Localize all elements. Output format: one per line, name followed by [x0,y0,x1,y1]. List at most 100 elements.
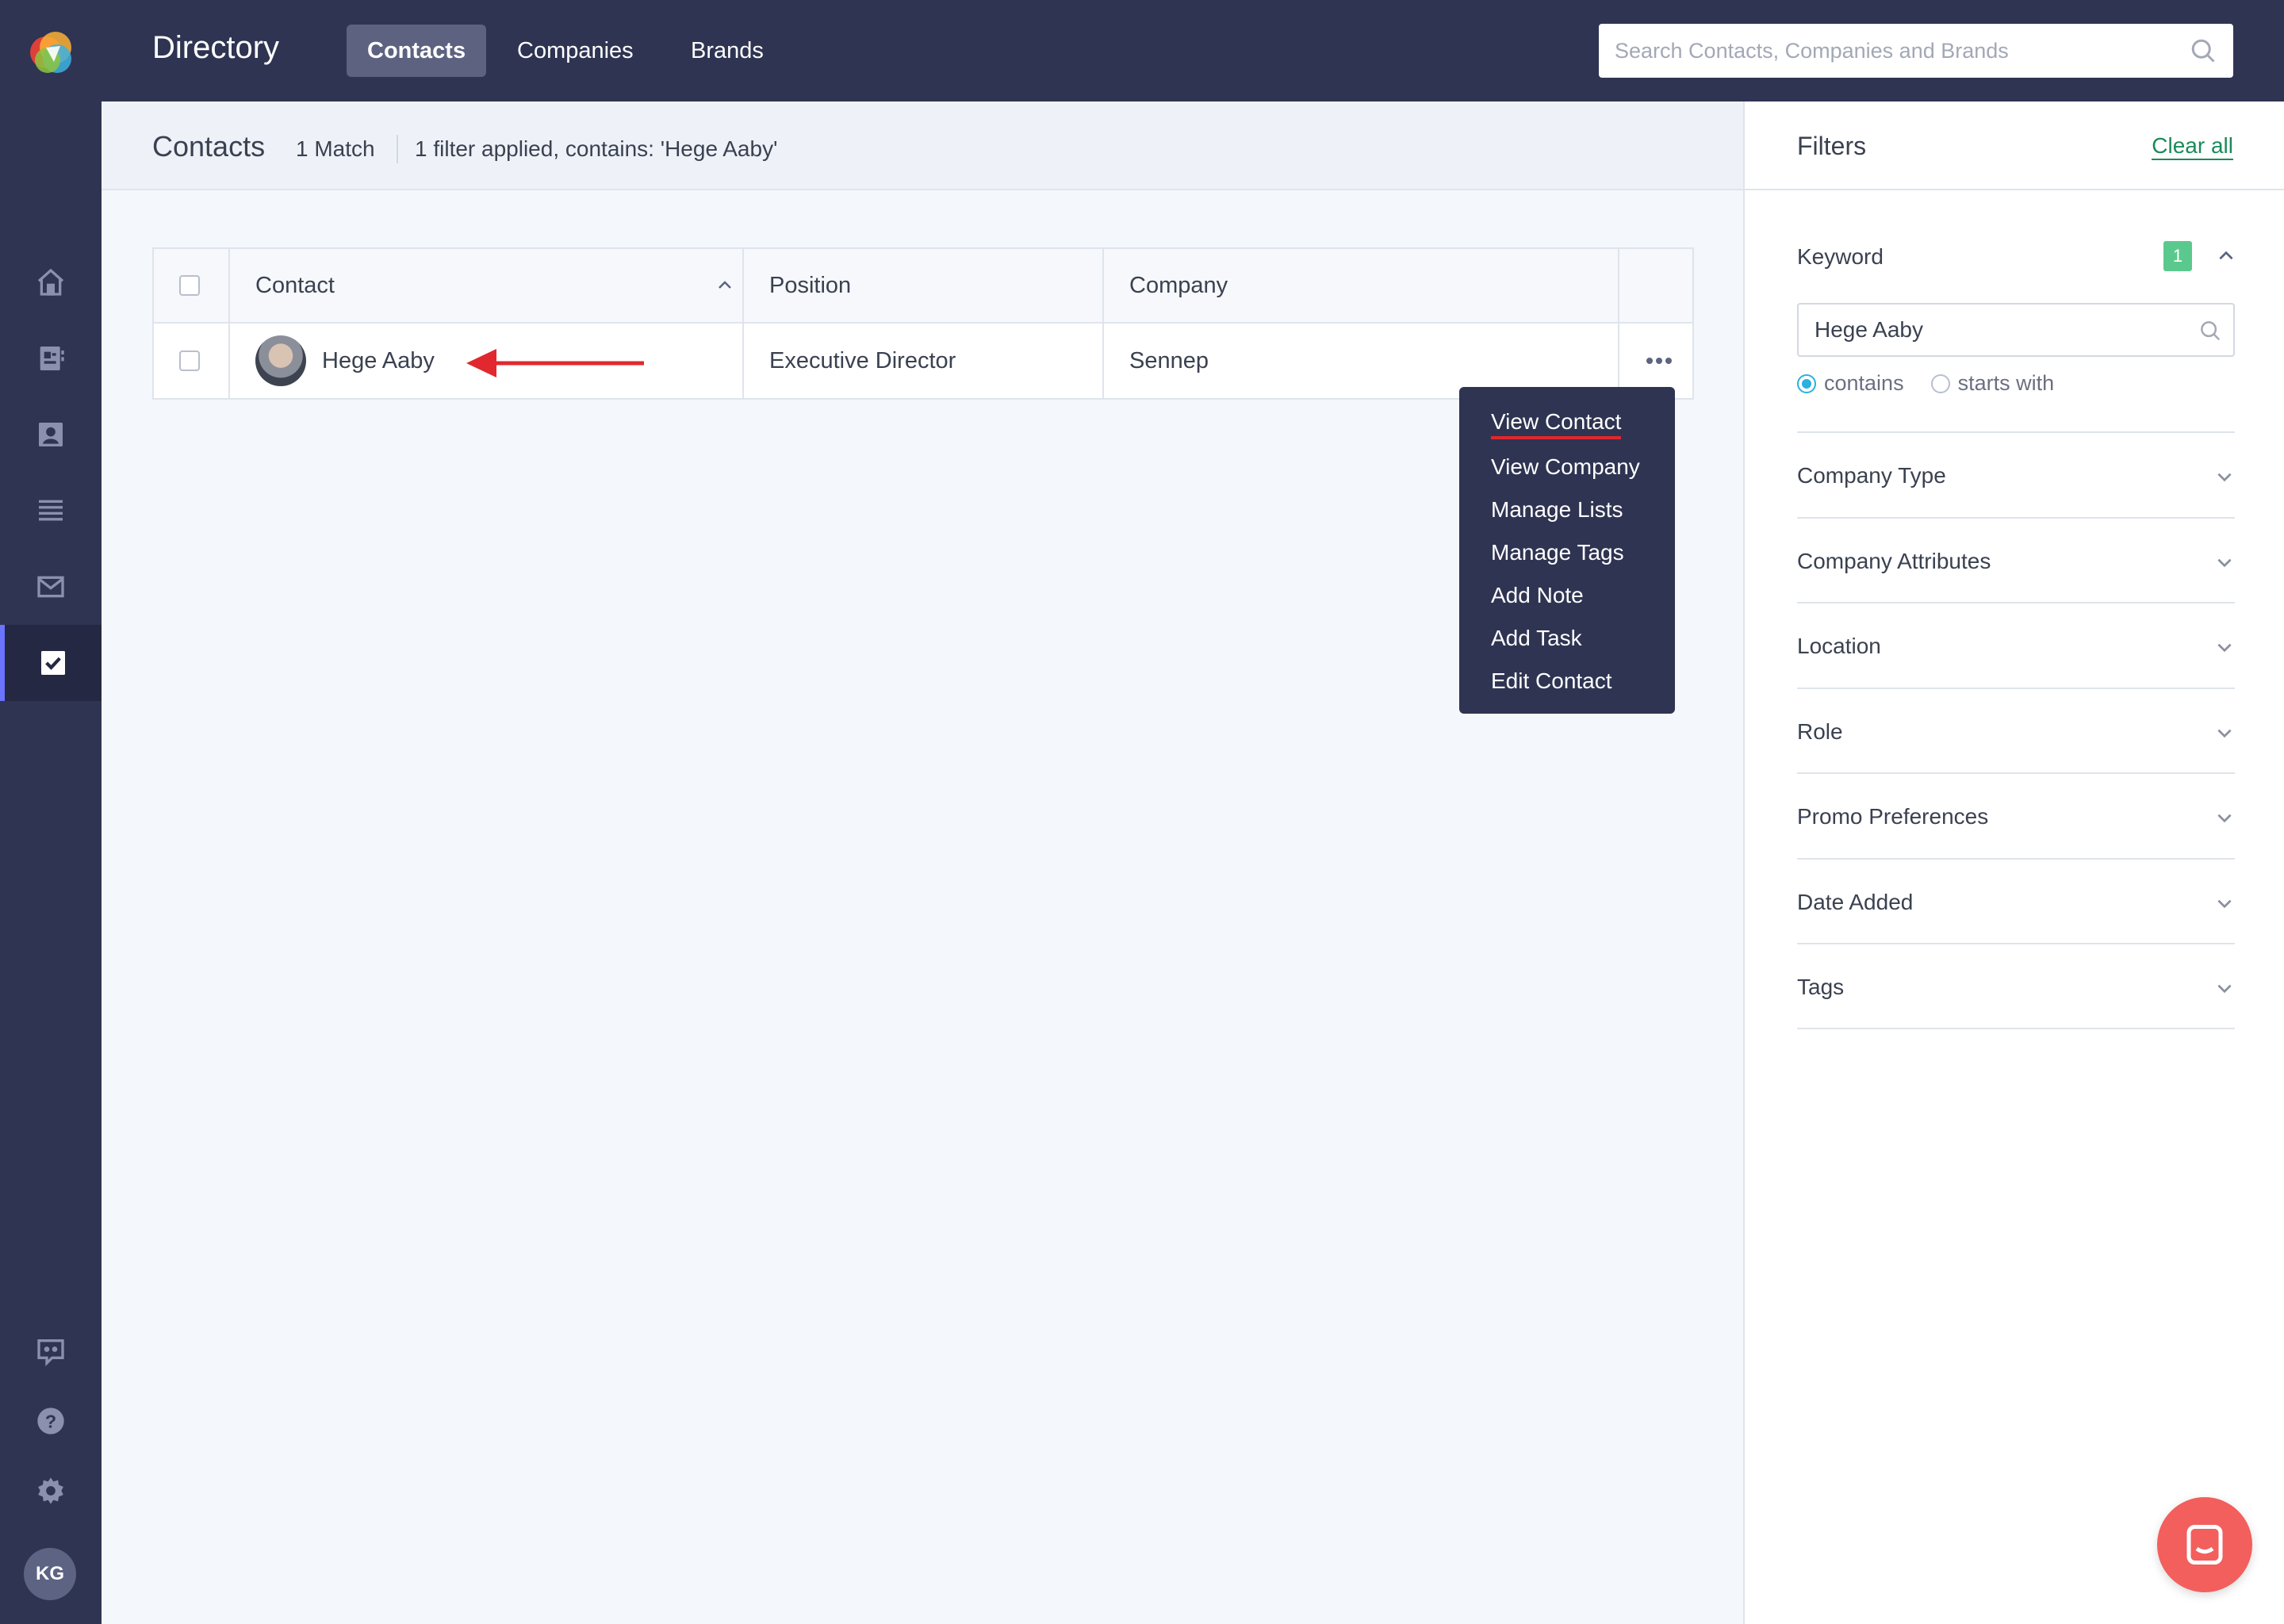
chevron-down-icon [2217,899,2232,909]
tab-companies[interactable]: Companies [496,25,654,77]
select-all-cell [179,249,200,322]
match-count: 1 Match [296,136,375,161]
tab-contacts[interactable]: Contacts [347,25,487,77]
filter-section-label: Promo Preferences [1797,804,1989,829]
chevron-down-icon [2217,814,2232,823]
filter-section-location[interactable]: Location [1797,602,2235,688]
mail-icon[interactable] [0,549,102,625]
column-label-contact: Contact [255,272,335,298]
menu-item-add-note[interactable]: Add Note [1459,574,1675,617]
column-header-contact[interactable]: Contact [255,249,747,322]
radio-starts-with[interactable] [1930,373,1950,393]
feedback-icon[interactable] [0,1313,102,1389]
column-divider [228,324,230,398]
address-book-icon[interactable] [0,320,102,396]
contacts-table: Contact Position Company Hege Aaby Execu… [152,247,1694,400]
global-search [1599,24,2233,78]
search-icon[interactable] [2198,319,2222,343]
app-title: Directory [152,30,280,65]
menu-item-label: View Contact [1491,409,1622,439]
chat-icon [2186,1525,2223,1565]
keyword-filter-label[interactable]: Keyword [1797,244,1884,270]
tab-brands[interactable]: Brands [670,25,784,77]
search-icon[interactable] [2189,36,2217,65]
svg-text:?: ? [45,1411,56,1431]
keyword-input[interactable] [1799,304,2233,355]
column-divider [1102,249,1104,322]
chevron-down-icon [2217,558,2232,568]
filters-header: Filters Clear all [1745,102,2284,190]
column-divider [1618,249,1619,322]
filters-title: Filters [1797,132,1867,160]
menu-item-edit-contact[interactable]: Edit Contact [1459,660,1675,703]
menu-item-manage-lists[interactable]: Manage Lists [1459,488,1675,531]
column-divider [742,249,744,322]
filter-section-tags[interactable]: Tags [1797,943,2235,1028]
home-icon[interactable] [0,244,102,320]
keyword-field [1797,303,2235,357]
chevron-down-icon [2217,643,2232,653]
annotation-arrow [466,349,644,377]
filters-panel: Filters Clear all Keyword 1 contains sta… [1743,102,2284,1624]
filter-section-company-type[interactable]: Company Type [1797,431,2235,517]
company-cell: Sennep [1129,347,1209,373]
keyword-count-badge: 1 [2163,241,2192,271]
chevron-down-icon [2217,729,2232,738]
contact-name[interactable]: Hege Aaby [322,348,435,374]
select-all-checkbox[interactable] [179,275,200,296]
chevron-down-icon [2217,473,2232,482]
filter-section-label: Company Attributes [1797,549,1991,573]
more-actions-icon[interactable] [1645,356,1673,366]
filters-divider [1797,1028,2235,1029]
row-context-menu: View Contact View Company Manage Lists M… [1459,387,1675,714]
position-cell: Executive Director [769,347,956,373]
radio-label-starts-with[interactable]: starts with [1958,371,2055,396]
filter-section-role[interactable]: Role [1797,688,2235,773]
filter-section-label: Tags [1797,975,1845,999]
clear-all-link[interactable]: Clear all [2152,133,2233,160]
row-checkbox[interactable] [179,350,200,371]
left-sidebar: ? KG [0,0,102,1624]
filter-section-label: Role [1797,719,1843,744]
results-header: Contacts 1 Match 1 filter applied, conta… [102,102,1743,190]
menu-item-view-contact[interactable]: View Contact [1459,403,1675,446]
table-header-row: Contact Position Company [154,249,1692,324]
radio-label-contains[interactable]: contains [1824,371,1904,396]
radio-contains[interactable] [1797,373,1816,393]
contact-cell[interactable]: Hege Aaby [255,324,435,398]
filter-summary: 1 filter applied, contains: 'Hege Aaby' [415,136,778,161]
top-bar: Directory Contacts Companies Brands [102,0,2284,102]
column-divider [1102,324,1104,398]
column-divider [742,324,744,398]
list-icon[interactable] [0,473,102,549]
filter-section-label: Location [1797,634,1881,658]
filter-section-date-added[interactable]: Date Added [1797,858,2235,944]
row-select-cell [179,324,200,398]
chat-launcher-button[interactable] [2157,1497,2252,1592]
column-divider [228,249,230,322]
contact-avatar [255,335,306,386]
help-icon[interactable]: ? [0,1383,102,1459]
global-search-input[interactable] [1599,24,2233,78]
user-avatar[interactable]: KG [24,1548,76,1600]
settings-icon[interactable] [0,1453,102,1529]
column-header-company[interactable]: Company [1129,249,1228,322]
menu-item-view-company[interactable]: View Company [1459,446,1675,488]
chevron-down-icon [2217,984,2232,994]
menu-item-manage-tags[interactable]: Manage Tags [1459,531,1675,574]
column-label-position: Position [769,272,852,298]
column-header-position[interactable]: Position [769,249,851,322]
chevron-up-icon[interactable] [2216,246,2236,266]
sort-ascending-icon[interactable] [715,276,734,295]
header-divider [397,135,398,163]
page-title: Contacts [152,130,266,163]
contact-card-icon[interactable] [0,396,102,473]
app-logo[interactable] [22,24,79,81]
filter-section-company-attributes[interactable]: Company Attributes [1797,517,2235,603]
filter-section-promo-preferences[interactable]: Promo Preferences [1797,772,2235,858]
tasks-icon[interactable] [0,625,102,701]
column-label-company: Company [1129,272,1228,298]
filter-section-label: Company Type [1797,463,1946,488]
menu-item-add-task[interactable]: Add Task [1459,617,1675,660]
filter-section-label: Date Added [1797,890,1914,914]
